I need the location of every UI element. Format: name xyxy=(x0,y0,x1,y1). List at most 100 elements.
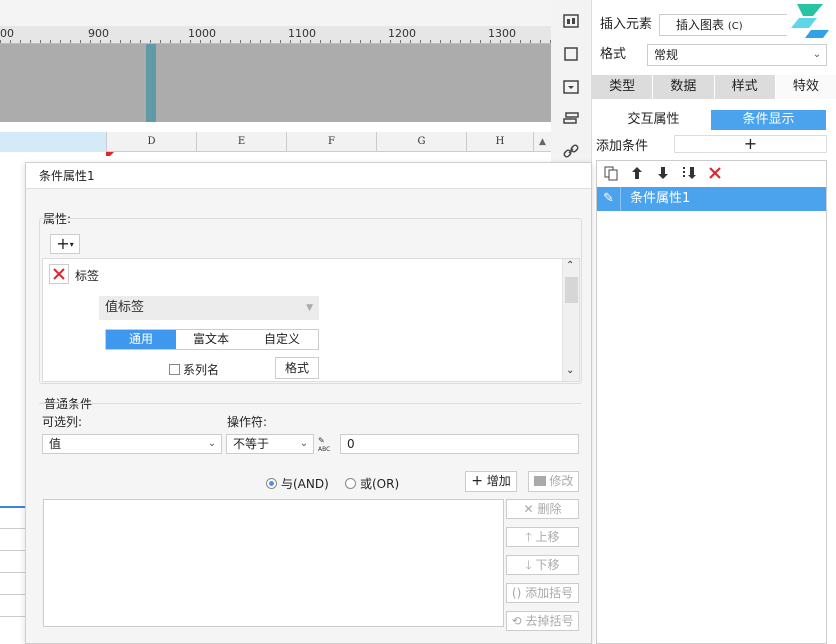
add-button[interactable]: + 增加 xyxy=(465,471,517,492)
remove-bracket-button[interactable]: ⟲ 去掉括号 xyxy=(506,611,579,631)
condition-value-input[interactable]: 0 xyxy=(340,434,579,454)
layers-icon[interactable] xyxy=(561,110,581,130)
ruler-tick xyxy=(330,40,331,43)
ruler-tick xyxy=(290,40,291,43)
ruler-tick xyxy=(50,40,51,43)
remove-attribute-icon[interactable] xyxy=(49,264,69,284)
tab-style[interactable]: 样式 xyxy=(715,75,776,99)
insert-element-label: 插入元素 xyxy=(600,17,653,32)
delete-icon[interactable] xyxy=(707,165,723,185)
optional-column-label: 可选列: xyxy=(42,415,83,429)
modify-icon xyxy=(533,476,546,486)
ruler-tick xyxy=(430,40,431,43)
arrow-down-icon: 🡓 xyxy=(525,558,532,572)
delete-button[interactable]: ✕ 删除 xyxy=(506,499,579,519)
move-up-button[interactable]: 🡑 上移 xyxy=(506,527,579,547)
cell-marker-icon xyxy=(106,152,114,160)
subtab-conditional-display[interactable]: 条件显示 xyxy=(711,110,826,130)
link-icon[interactable] xyxy=(561,142,581,162)
frame-icon[interactable] xyxy=(561,45,581,65)
remove-bracket-icon: ⟲ xyxy=(511,614,522,628)
tab-effects[interactable]: 特效 xyxy=(775,75,836,99)
widget-icon[interactable] xyxy=(561,12,581,32)
edit-icon[interactable]: ✎ xyxy=(597,187,621,211)
ruler-tick xyxy=(340,40,341,43)
scrollbar-thumb[interactable] xyxy=(565,277,578,303)
ruler-tick xyxy=(220,40,221,43)
format-button[interactable]: 格式 xyxy=(275,357,319,379)
format-select[interactable]: 常规 ⌄ xyxy=(647,44,827,66)
chevron-up-icon[interactable]: ▲ xyxy=(533,132,551,152)
condition-item[interactable]: ✎ 条件属性1 xyxy=(597,187,826,211)
ruler-tick xyxy=(530,40,531,43)
optional-column-select[interactable]: 值 ⌄ xyxy=(42,434,222,454)
app-logo xyxy=(787,0,836,40)
attribute-scrollbar[interactable]: ⌃ ⌄ xyxy=(562,259,579,381)
chevron-down-icon: ▼ xyxy=(306,303,313,313)
subtab-interaction[interactable]: 交互属性 xyxy=(596,110,711,130)
ruler-tick xyxy=(540,40,541,43)
chevron-down-icon: ▾ xyxy=(69,240,74,249)
ruler-tick xyxy=(350,40,351,43)
ruler-tick xyxy=(450,40,451,43)
ruler-tick xyxy=(360,40,361,43)
ruler-tick xyxy=(300,40,301,43)
ruler-tick xyxy=(230,40,231,43)
condition-list-area[interactable] xyxy=(43,499,504,627)
chevron-up-icon[interactable]: ⌃ xyxy=(566,260,574,271)
ruler-tick xyxy=(130,40,131,43)
ruler-tick xyxy=(0,40,1,43)
sheet-row-area[interactable] xyxy=(0,152,25,644)
ruler-tick xyxy=(390,40,391,43)
modify-button[interactable]: 修改 xyxy=(528,471,579,492)
value-label-select[interactable]: 值标签 ▼ xyxy=(99,296,319,320)
column-header-h[interactable]: H xyxy=(466,132,533,152)
or-radio[interactable]: 或(OR) xyxy=(345,475,399,492)
ruler-tick xyxy=(40,40,41,43)
column-header-f[interactable]: F xyxy=(286,132,376,152)
add-condition-row: 添加条件 + xyxy=(596,135,827,154)
series-name-checkbox[interactable]: 系列名 xyxy=(169,361,219,378)
add-bracket-button[interactable]: () 添加括号 xyxy=(506,583,579,603)
checkbox-icon[interactable] xyxy=(169,364,180,375)
move-up-icon[interactable] xyxy=(629,165,645,185)
ruler-tick xyxy=(160,40,161,43)
ruler-tick xyxy=(190,40,191,43)
tab-data[interactable]: 数据 xyxy=(653,75,715,99)
move-down-icon[interactable] xyxy=(655,165,671,185)
ruler-tick xyxy=(460,40,461,43)
panel-tabs: 类型 数据 样式 特效 xyxy=(592,75,836,99)
add-condition-button[interactable]: + xyxy=(674,135,827,153)
move-down-button[interactable]: 🡓 下移 xyxy=(506,555,579,575)
ruler-tick xyxy=(100,40,101,43)
segment-rich-text[interactable]: 富文本 xyxy=(176,330,246,349)
value-type-icon[interactable]: ✎ ABC xyxy=(317,433,337,456)
copy-icon[interactable] xyxy=(603,165,619,185)
design-canvas[interactable] xyxy=(0,44,551,122)
column-header-g[interactable]: G xyxy=(376,132,466,152)
and-radio[interactable]: 与(AND) xyxy=(266,475,329,492)
segment-custom[interactable]: 自定义 xyxy=(246,330,318,349)
ruler-label: 00 xyxy=(0,27,14,40)
add-attribute-button[interactable]: +▾ xyxy=(50,234,80,254)
svg-text:✎: ✎ xyxy=(318,436,325,445)
ruler-tick xyxy=(90,40,91,43)
ruler-tick xyxy=(180,40,181,43)
chevron-down-icon[interactable]: ⌄ xyxy=(566,365,574,376)
ruler-label: 1200 xyxy=(388,27,416,40)
tab-type[interactable]: 类型 xyxy=(592,75,654,99)
column-header-d[interactable]: D xyxy=(106,132,196,152)
canvas-position-marker xyxy=(146,44,156,122)
column-header-bar: D E F G H ▲ xyxy=(0,132,551,152)
dropdown-widget-icon[interactable] xyxy=(561,78,581,98)
operator-select[interactable]: 不等于 ⌄ xyxy=(226,434,314,454)
column-header-selected[interactable] xyxy=(0,132,106,152)
radio-icon[interactable] xyxy=(345,478,356,489)
ruler-tick xyxy=(370,40,371,43)
radio-selected-icon[interactable] xyxy=(266,478,277,489)
move-bottom-icon[interactable] xyxy=(681,165,697,185)
dialog-title: 条件属性1 xyxy=(26,163,591,189)
chevron-down-icon: ⌄ xyxy=(207,438,217,449)
column-header-e[interactable]: E xyxy=(196,132,286,152)
segment-general[interactable]: 通用 xyxy=(106,330,176,349)
